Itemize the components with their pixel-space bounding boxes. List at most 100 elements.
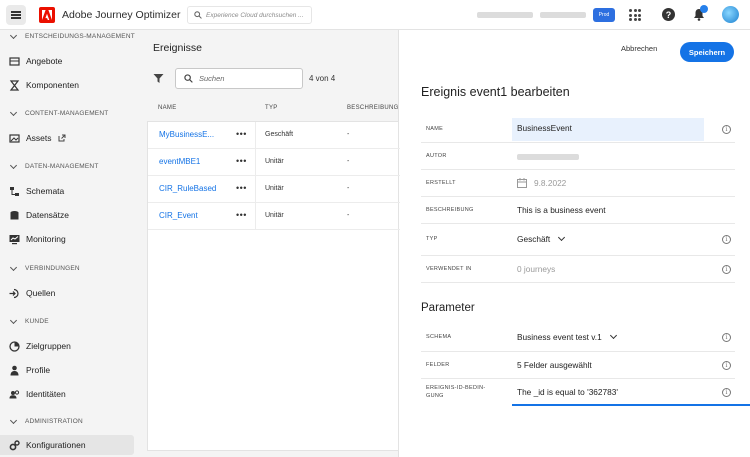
chevron-down-icon [9,416,18,424]
event-type: Unitär [265,185,284,192]
event-name-link[interactable]: MyBusinessE... [159,130,214,139]
field-label: EREIGNIS-ID-BEDIN- GUNG [426,385,486,399]
audiences-icon [9,340,20,352]
monitoring-icon [9,234,20,245]
field-row-type: TYP Geschäft i [421,224,735,256]
adobe-logo[interactable] [39,7,55,23]
result-count: 4 von 4 [309,74,336,83]
cancel-button[interactable]: Abbrechen [621,44,657,53]
more-actions-icon[interactable]: ••• [236,129,247,139]
used-in-value: 0 journeys [517,264,556,274]
sidebar-item-profiles[interactable]: Profile [9,362,50,378]
section-customer[interactable]: KUNDE [9,316,49,325]
field-row-description: BESCHREIBUNG This is a business event [421,197,735,224]
chevron-down-icon [9,161,18,169]
sandbox-switcher[interactable] [540,12,586,18]
author-value [517,154,579,160]
event-name-link[interactable]: CIR_RuleBased [159,184,216,193]
event-name-link[interactable]: eventMBE1 [159,157,200,166]
datasets-icon [9,210,20,221]
table-row[interactable]: MyBusinessE... ••• Geschäft - [148,122,400,149]
more-actions-icon[interactable]: ••• [236,183,247,193]
sidebar-item-sources[interactable]: Quellen [9,285,55,301]
table-row[interactable]: CIR_Event ••• Unitär - [148,203,400,230]
apps-grid-icon[interactable] [629,9,641,21]
offers-icon [9,56,20,67]
info-icon[interactable]: i [722,125,731,134]
section-decision-management[interactable]: ENTSCHEIDUNGS-MANAGEMENT [9,31,135,40]
table-row[interactable]: eventMBE1 ••• Unitär - [148,149,400,176]
section-connections[interactable]: VERBINDUNGEN [9,263,80,272]
configurations-icon [9,439,20,451]
field-label: NAME [426,126,444,132]
field-row-event-id-condition: EREIGNIS-ID-BEDIN- GUNG The _id is equal… [421,379,750,406]
help-icon[interactable]: ? [662,8,675,21]
events-list-panel: Ereignisse Suchen 4 von 4 NAME TYP BESCH… [142,30,400,457]
sidebar-item-identities[interactable]: Identitäten [9,386,66,402]
filter-icon[interactable] [153,73,164,84]
field-label: FELDER [426,362,450,368]
type-dropdown[interactable]: Geschäft [517,233,566,244]
sidebar-item-schemas[interactable]: Schemata [9,183,64,199]
menu-icon[interactable] [6,5,26,25]
event-type: Unitär [265,212,284,219]
user-avatar[interactable] [722,6,739,23]
parameter-section-title: Parameter [421,302,475,314]
field-label: VERWENDET IN [426,266,472,272]
column-header-name[interactable]: NAME [158,105,177,111]
chevron-down-icon [9,263,18,271]
more-actions-icon[interactable]: ••• [236,210,247,220]
chevron-down-icon [609,331,617,340]
search-icon [184,74,193,83]
column-divider [255,176,256,203]
column-divider [255,203,256,230]
sidebar-item-components[interactable]: Komponenten [9,77,79,93]
field-row-used-in: VERWENDET IN 0 journeys i [421,256,735,283]
column-header-type[interactable]: TYP [265,105,278,111]
schema-dropdown[interactable]: Business event test v.1 [517,331,617,342]
sidebar-item-offers[interactable]: Angebote [9,53,62,69]
info-icon[interactable]: i [722,361,731,370]
schema-icon [9,186,20,197]
info-icon[interactable]: i [722,388,731,397]
fields-selector[interactable]: 5 Felder ausgewählt [517,360,592,370]
field-row-created: ERSTELLT 9.8.2022 [421,170,735,197]
event-description: - [347,212,350,219]
profile-icon [9,365,20,376]
info-icon[interactable]: i [722,265,731,274]
section-data-management[interactable]: DATEN-MANAGEMENT [9,161,99,170]
sidebar-item-assets[interactable]: Assets [9,130,66,146]
org-switcher[interactable] [477,12,533,18]
environment-badge[interactable]: Prod [593,8,615,22]
info-icon[interactable]: i [722,333,731,342]
save-button[interactable]: Speichern [680,42,734,62]
event-type: Unitär [265,158,284,165]
events-search-input[interactable]: Suchen [175,68,303,89]
event-name-link[interactable]: CIR_Event [159,211,198,220]
section-administration[interactable]: ADMINISTRATION [9,416,83,425]
chevron-down-icon [558,233,566,242]
field-label: ERSTELLT [426,180,456,186]
global-search-input[interactable]: Experience Cloud durchsuchen ... [187,6,312,24]
name-input[interactable]: BusinessEvent [517,123,572,133]
field-row-name: NAME BusinessEvent i [421,116,735,143]
sidebar-item-configurations[interactable]: Konfigurationen [0,435,134,455]
sidebar-item-datasets[interactable]: Datensätze [9,207,69,223]
field-label: SCHEMA [426,334,452,340]
event-description: - [347,158,350,165]
global-search-placeholder: Experience Cloud durchsuchen ... [206,11,304,19]
event-id-condition-input[interactable]: The _id is equal to '362783' [517,387,618,397]
info-icon[interactable]: i [722,235,731,244]
description-input[interactable]: This is a business event [517,205,606,215]
more-actions-icon[interactable]: ••• [236,156,247,166]
events-table: MyBusinessE... ••• Geschäft - eventMBE1 … [147,121,400,451]
sidebar-item-audiences[interactable]: Zielgruppen [9,338,71,354]
events-search-placeholder: Suchen [199,74,225,83]
table-row[interactable]: CIR_RuleBased ••• Unitär - [148,176,400,203]
field-label: TYP [426,236,438,242]
section-content-management[interactable]: CONTENT-MANAGEMENT [9,108,108,117]
event-type: Geschäft [265,131,294,138]
column-header-description[interactable]: BESCHREIBUNG [347,105,399,111]
sidebar-item-monitoring[interactable]: Monitoring [9,231,66,247]
app-title[interactable]: Adobe Journey Optimizer [62,9,180,21]
